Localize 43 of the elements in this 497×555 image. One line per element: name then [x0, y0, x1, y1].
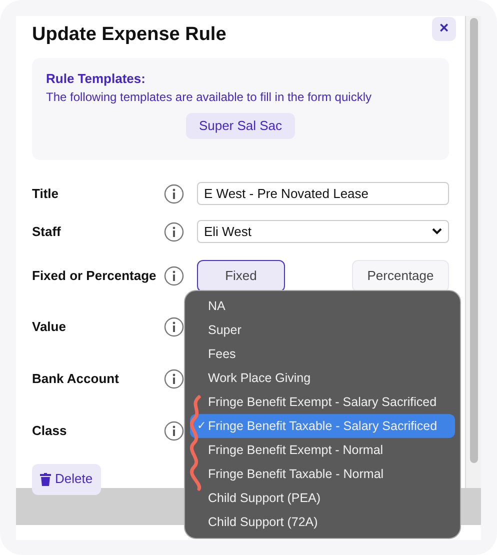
option-label: Super: [208, 322, 242, 339]
field-label: Title: [32, 185, 60, 202]
staff-select[interactable]: Eli West: [197, 220, 449, 243]
field-label: Staff: [32, 223, 62, 240]
dropdown-option[interactable]: Fees: [190, 342, 455, 366]
option-label: Child Support (PEA): [208, 490, 321, 507]
dropdown-option[interactable]: Super: [190, 318, 455, 342]
info-icon[interactable]: [164, 316, 184, 336]
dropdown-option[interactable]: Child Support (72A): [190, 510, 455, 534]
dropdown-option[interactable]: ✓ Fringe Benefit Taxable - Salary Sacrificed: [190, 414, 455, 438]
option-label: Fringe Benefit Exempt - Normal: [208, 442, 384, 459]
field-label: Bank Account: [32, 370, 120, 387]
title-field[interactable]: E West - Pre Novated Lease: [197, 182, 449, 204]
toggle-option[interactable]: Percentage: [352, 260, 449, 292]
option-label: NA: [208, 298, 226, 315]
option-label: Child Support (72A): [208, 514, 318, 531]
option-label: Fees: [208, 346, 236, 363]
info-icon[interactable]: [164, 420, 184, 440]
dropdown-option[interactable]: Child Support (PEA): [190, 486, 455, 510]
templates-description: The following templates are available to fill in the form quickly: [46, 89, 372, 106]
dropdown-option[interactable]: NA: [190, 294, 455, 318]
chevron-down-icon: [432, 228, 442, 235]
info-icon[interactable]: [164, 222, 184, 242]
field-label: Class: [32, 422, 68, 439]
trash-icon: [40, 472, 51, 486]
dropdown-option[interactable]: Work Place Giving: [190, 366, 455, 390]
field-label: Value: [32, 318, 67, 335]
option-label: Work Place Giving: [208, 370, 311, 387]
info-icon[interactable]: [164, 266, 184, 286]
close-button[interactable]: ×: [432, 17, 456, 41]
info-icon[interactable]: [164, 368, 184, 388]
templates-heading: Rule Templates:: [46, 70, 146, 88]
field-label: Fixed or Percentage: [32, 267, 158, 284]
option-label: Fringe Benefit Taxable - Normal: [208, 466, 384, 483]
checkmark: ✓: [197, 418, 206, 434]
option-label: Fringe Benefit Taxable - Salary Sacrificed: [208, 418, 438, 435]
scrollbar[interactable]: [465, 16, 481, 488]
dialog-title: Update Expense Rule: [32, 23, 226, 47]
info-icon[interactable]: [164, 184, 184, 204]
template-button[interactable]: Super Sal Sac: [186, 113, 296, 139]
toggle-option[interactable]: Fixed: [197, 260, 285, 292]
delete-button[interactable]: Delete: [32, 464, 101, 494]
option-label: Fringe Benefit Exempt - Salary Sacrificed: [208, 394, 437, 411]
